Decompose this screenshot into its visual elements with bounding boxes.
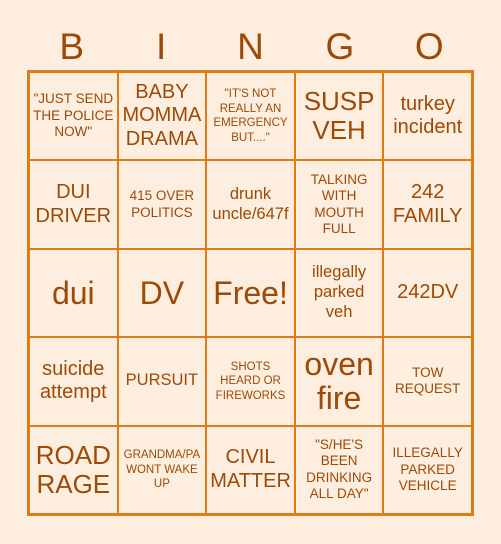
bingo-cell-label: "IT'S NOT REALLY AN EMERGENCY BUT...." [213,88,288,144]
bingo-cell[interactable]: CIVIL MATTER [207,426,294,513]
header-letter-o: O [414,25,444,67]
bingo-cell-label: DUI DRIVER [35,181,112,227]
bingo-cell-label: TOW REQUEST [395,364,461,397]
bingo-cell[interactable]: SHOTS HEARD OR FIREWORKS [207,338,294,425]
bingo-cell[interactable]: "JUST SEND THE POLICE NOW" [30,73,117,160]
bingo-cell[interactable]: DUI DRIVER [30,161,117,248]
bingo-cell[interactable]: GRANDMA/PA WONT WAKE UP [118,426,206,513]
bingo-cell[interactable]: drunk uncle/647f [207,161,294,248]
bingo-header: B I N G O [27,22,474,70]
bingo-cell-label: 415 OVER POLITICS [129,188,195,220]
bingo-cell[interactable]: DV [118,249,206,337]
bingo-cell-label: oven fire [304,345,374,417]
bingo-cell[interactable]: illegally parked veh [295,249,383,337]
bingo-cell-label: ROAD RAGE [35,439,111,499]
bingo-cell[interactable]: "S/HE'S BEEN DRINKING ALL DAY" [295,426,383,513]
bingo-cell-label: SHOTS HEARD OR FIREWORKS [215,360,286,402]
bingo-cell-label: suicide attempt [39,357,107,404]
header-letter-i: I [155,25,167,67]
bingo-cell[interactable]: PURSUIT [118,338,206,425]
bingo-cell-label: "JUST SEND THE POLICE NOW" [33,91,114,140]
bingo-cell[interactable]: 415 OVER POLITICS [118,161,206,248]
bingo-cell[interactable]: TALKING WITH MOUTH FULL [295,161,383,248]
bingo-cell-label: ILLEGALLY PARKED VEHICLE [392,445,463,494]
bingo-cell[interactable]: ROAD RAGE [30,426,117,513]
bingo-cell-label: TALKING WITH MOUTH FULL [310,171,368,237]
bingo-cell-label: BABY MOMMA DRAMA [122,80,202,150]
bingo-cell-label: CIVIL MATTER [210,446,291,492]
bingo-cell-label: dui [51,274,95,311]
bingo-cell[interactable]: oven fire [295,338,383,425]
header-letter-b: B [59,25,85,67]
bingo-cell[interactable]: turkey incident [384,73,471,160]
header-letter-g: G [325,25,355,67]
bingo-cell[interactable]: 242DV [384,249,471,337]
bingo-cell[interactable]: 242 FAMILY [384,161,471,248]
bingo-cell[interactable]: dui [30,249,117,337]
bingo-cell-label: DV [139,274,185,311]
bingo-cell-label: 242 FAMILY [392,181,463,227]
bingo-cell-label: "S/HE'S BEEN DRINKING ALL DAY" [306,436,373,502]
bingo-cell-label: 242DV [397,281,459,304]
bingo-cell-label: PURSUIT [125,371,199,390]
bingo-cell[interactable]: "IT'S NOT REALLY AN EMERGENCY BUT...." [207,73,294,160]
bingo-cell[interactable]: BABY MOMMA DRAMA [118,73,206,160]
bingo-cell[interactable]: TOW REQUEST [384,338,471,425]
bingo-cell-label: turkey incident [393,92,463,139]
bingo-cell-label: illegally parked veh [312,263,367,321]
bingo-cell[interactable]: suicide attempt [30,338,117,425]
header-letter-n: N [237,25,264,67]
bingo-cell-label: SUSP VEH [303,86,375,146]
bingo-grid: "JUST SEND THE POLICE NOW" BABY MOMMA DRA… [27,70,474,516]
bingo-cell-label: Free! [213,274,288,311]
bingo-cell[interactable]: ILLEGALLY PARKED VEHICLE [384,426,471,513]
bingo-cell-label: GRANDMA/PA WONT WAKE UP [123,449,201,490]
bingo-cell-label: drunk uncle/647f [212,184,289,223]
bingo-free-cell[interactable]: Free! [207,249,294,337]
bingo-cell[interactable]: SUSP VEH [295,73,383,160]
bingo-card: B I N G O "JUST SEND THE POLICE NOW" BABY… [0,0,501,544]
